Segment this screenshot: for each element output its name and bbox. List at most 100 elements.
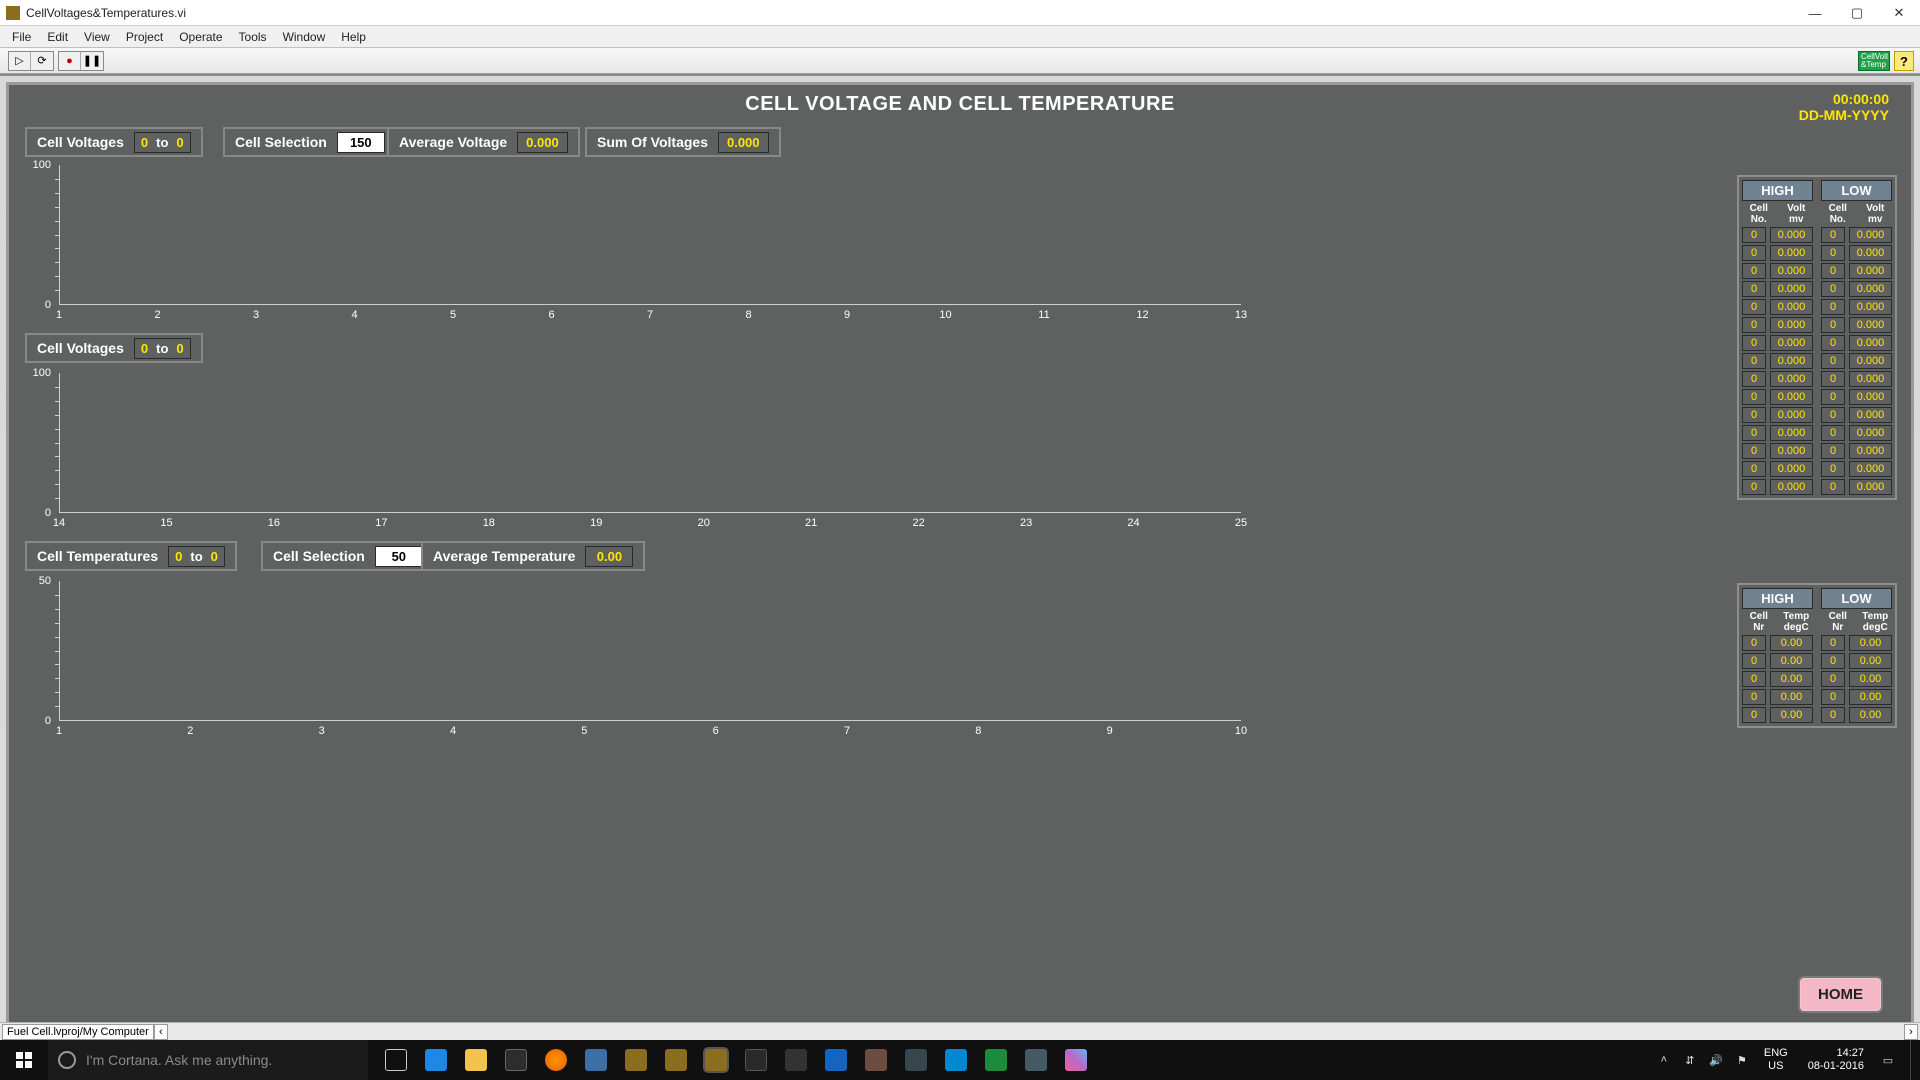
vi-icon-badge[interactable]: CellVolt &Temp — [1858, 51, 1890, 71]
taskbar-clock[interactable]: 14:27 08-01-2016 — [1802, 1047, 1870, 1072]
x-tick-label: 1 — [56, 725, 62, 737]
x-tick-label: 10 — [1235, 725, 1247, 737]
table-row: 00.000 — [1742, 245, 1813, 261]
cell-no: 0 — [1821, 389, 1845, 405]
app-icon-2[interactable] — [736, 1040, 776, 1080]
cell-value: 0.000 — [1849, 335, 1892, 351]
tray-volume-icon[interactable]: 🔊 — [1708, 1052, 1724, 1068]
vi-path[interactable]: Fuel Cell.lvproj/My Computer — [2, 1024, 154, 1040]
show-desktop-button[interactable] — [1910, 1040, 1916, 1080]
cell-no: 0 — [1821, 635, 1845, 651]
avg-temp-value: 0.00 — [585, 546, 633, 567]
cell-selection-cluster-1: Cell Selection 150 — [223, 127, 397, 157]
cell-value: 0.000 — [1849, 353, 1892, 369]
menu-file[interactable]: File — [4, 28, 39, 46]
voltage-chart-1[interactable]: 100 0 12345678910111213 — [19, 159, 1249, 329]
cell-selection-label-1: Cell Selection — [235, 134, 327, 150]
cell-value: 0.000 — [1770, 425, 1813, 441]
close-button[interactable]: ✕ — [1878, 0, 1920, 26]
app-icon-4[interactable] — [856, 1040, 896, 1080]
abort-icon: ● — [66, 55, 73, 67]
tray-chevron-icon[interactable]: ˄ — [1656, 1052, 1672, 1068]
cell-value: 0.000 — [1849, 443, 1892, 459]
table-row: 00.000 — [1821, 299, 1892, 315]
task-view-button[interactable] — [376, 1040, 416, 1080]
cell-value: 0.00 — [1770, 689, 1813, 705]
temperature-chart[interactable]: 50 0 12345678910 — [19, 575, 1249, 745]
cell-value: 0.00 — [1849, 671, 1892, 687]
menu-help[interactable]: Help — [333, 28, 374, 46]
run-continuous-button[interactable]: ⟳ — [31, 52, 53, 70]
action-center-icon[interactable]: ▭ — [1880, 1052, 1896, 1068]
app-icon-5[interactable] — [896, 1040, 936, 1080]
c1-xlabels: 12345678910111213 — [59, 309, 1241, 329]
cell-voltages-range-box-1[interactable]: 0 to 0 — [134, 132, 191, 153]
cell-value: 0.000 — [1849, 425, 1892, 441]
app-icon-6[interactable] — [936, 1040, 976, 1080]
explorer-icon[interactable] — [456, 1040, 496, 1080]
menu-operate[interactable]: Operate — [171, 28, 230, 46]
edge-icon[interactable] — [416, 1040, 456, 1080]
menu-tools[interactable]: Tools — [231, 28, 275, 46]
menu-window[interactable]: Window — [275, 28, 334, 46]
paint-icon[interactable] — [1056, 1040, 1096, 1080]
home-button[interactable]: HOME — [1798, 976, 1883, 1013]
app-icon-1[interactable] — [576, 1040, 616, 1080]
voltage-chart-2[interactable]: 100 0 141516171819202122232425 — [19, 367, 1249, 537]
tray-network-icon[interactable]: ⇵ — [1682, 1052, 1698, 1068]
menu-edit[interactable]: Edit — [39, 28, 76, 46]
cell-selection-input-1[interactable]: 150 — [337, 132, 385, 153]
x-tick-label: 15 — [160, 517, 172, 529]
pause-icon: ❚❚ — [83, 54, 101, 67]
run-button[interactable]: ▷ — [9, 52, 31, 70]
excel-icon[interactable] — [976, 1040, 1016, 1080]
table-row: 00.000 — [1742, 227, 1813, 243]
start-button[interactable] — [0, 1040, 48, 1080]
maximize-button[interactable]: ▢ — [1836, 0, 1878, 26]
cell-value: 0.000 — [1770, 281, 1813, 297]
labview-icon-3[interactable] — [696, 1040, 736, 1080]
scroll-right-button[interactable]: › — [1904, 1024, 1918, 1040]
cell-selection-cluster-2: Cell Selection 50 — [261, 541, 435, 571]
taskbar-time: 14:27 — [1808, 1047, 1864, 1060]
firefox-icon[interactable] — [536, 1040, 576, 1080]
table-row: 00.000 — [1821, 479, 1892, 495]
front-panel: CELL VOLTAGE AND CELL TEMPERATURE 00:00:… — [0, 74, 1920, 1040]
store-icon[interactable] — [496, 1040, 536, 1080]
c3-plot — [59, 581, 1241, 721]
minimize-button[interactable]: — — [1794, 0, 1836, 26]
app-icon-3[interactable] — [816, 1040, 856, 1080]
taskbar-date: 08-01-2016 — [1808, 1060, 1864, 1073]
cell-selection-input-2[interactable]: 50 — [375, 546, 423, 567]
context-help-button[interactable]: ? — [1894, 51, 1914, 71]
x-tick-label: 22 — [913, 517, 925, 529]
calculator-icon[interactable] — [776, 1040, 816, 1080]
cell-temps-range-box[interactable]: 0 to 0 — [168, 546, 225, 567]
labview-icon-1[interactable] — [616, 1040, 656, 1080]
pause-button[interactable]: ❚❚ — [81, 52, 103, 70]
c1-ymin: 0 — [45, 299, 51, 311]
system-tray: ˄ ⇵ 🔊 ⚑ ENG US 14:27 08-01-2016 ▭ — [1656, 1040, 1920, 1080]
menu-view[interactable]: View — [76, 28, 118, 46]
abort-button[interactable]: ● — [59, 52, 81, 70]
cell-voltages-range-2: Cell Voltages 0 to 0 — [25, 333, 203, 363]
run-continuous-icon: ⟳ — [37, 54, 46, 67]
scroll-left-button[interactable]: ‹ — [154, 1024, 168, 1040]
cell-voltages-range-box-2[interactable]: 0 to 0 — [134, 338, 191, 359]
sum-voltage-value: 0.000 — [718, 132, 769, 153]
x-tick-label: 4 — [450, 725, 456, 737]
lang-line2: US — [1764, 1060, 1788, 1073]
labview-icon-2[interactable] — [656, 1040, 696, 1080]
app-icon-7[interactable] — [1016, 1040, 1056, 1080]
x-tick-label: 19 — [590, 517, 602, 529]
cell-value: 0.000 — [1849, 389, 1892, 405]
sum-voltage-cluster: Sum Of Voltages 0.000 — [585, 127, 781, 157]
cell-no: 0 — [1742, 227, 1766, 243]
language-indicator[interactable]: ENG US — [1760, 1047, 1792, 1072]
c2-plot — [59, 373, 1241, 513]
cell-no: 0 — [1742, 353, 1766, 369]
menu-project[interactable]: Project — [118, 28, 171, 46]
cortana-search[interactable]: I'm Cortana. Ask me anything. — [48, 1040, 368, 1080]
cell-no: 0 — [1821, 443, 1845, 459]
tray-flag-icon[interactable]: ⚑ — [1734, 1052, 1750, 1068]
